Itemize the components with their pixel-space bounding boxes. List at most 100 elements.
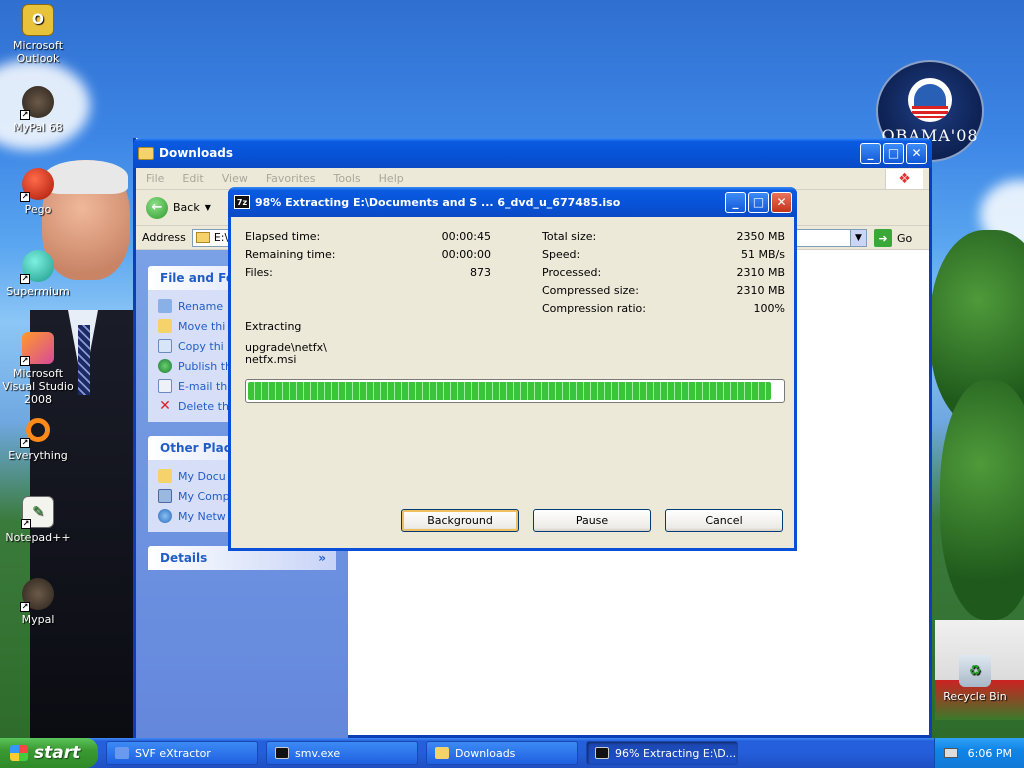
menu-file[interactable]: File	[146, 172, 164, 185]
go-label: Go	[897, 231, 913, 245]
desktop-icon-label: MyPal 68	[13, 121, 63, 134]
place-label: My Docu	[178, 469, 226, 483]
menu-tools[interactable]: Tools	[334, 172, 361, 185]
desktop-icon-label: Supermium	[6, 285, 70, 298]
window-title: Downloads	[159, 146, 234, 160]
console-icon	[275, 747, 289, 759]
system-tray: 6:06 PM	[934, 738, 1024, 768]
stat-speed: Speed: 51 MB/s	[542, 245, 785, 263]
back-button[interactable]: ← Back ▼	[146, 196, 211, 219]
extract-progress-bar	[245, 379, 785, 403]
menu-view[interactable]: View	[222, 172, 248, 185]
campaign-logo-icon	[908, 77, 952, 122]
desktop-icon-everything[interactable]: ↗ Everything	[0, 414, 78, 462]
desktop-icon-label: Everything	[8, 449, 68, 462]
stat-total-size: Total size: 2350 MB	[542, 227, 785, 245]
stat-label: Compressed size:	[542, 283, 639, 297]
stat-value: 2310 MB	[736, 283, 785, 297]
taskbar-item-label: Downloads	[455, 746, 516, 760]
stat-processed: Processed: 2310 MB	[542, 263, 785, 281]
explorer-titlebar[interactable]: Downloads _ □ ✕	[133, 138, 932, 168]
menu-edit[interactable]: Edit	[182, 172, 203, 185]
desktop-icon-supermium[interactable]: ↗ Supermium	[0, 250, 78, 298]
computer-icon	[158, 489, 172, 503]
stat-label: Files:	[245, 265, 273, 279]
desktop-icon-visual-studio[interactable]: ↗ Microsoft Visual Studio 2008	[0, 332, 78, 406]
supermium-icon: ↗	[20, 250, 54, 284]
close-button[interactable]: ✕	[906, 142, 927, 164]
stat-value: 00:00:00	[441, 247, 491, 261]
desktop-icon-recycle-bin[interactable]: ♻ Recycle Bin	[935, 655, 1015, 703]
taskbar-item-svf-extractor[interactable]: SVF eXtractor	[106, 741, 258, 765]
pego-icon: ↗	[20, 168, 54, 202]
move-icon	[158, 319, 172, 333]
desktop-icon-label: Recycle Bin	[943, 690, 1007, 703]
menu-help[interactable]: Help	[379, 172, 404, 185]
stat-label: Compression ratio:	[542, 301, 646, 315]
maximize-button[interactable]: □	[883, 142, 904, 164]
7zip-icon: 7z	[234, 195, 250, 209]
task-label: Publish th	[178, 359, 232, 373]
details-label: Details	[160, 551, 208, 565]
windows-flag-icon	[10, 745, 28, 761]
dialog-titlebar[interactable]: 7z 98% Extracting E:\Documents and S ...…	[228, 187, 797, 217]
keyboard-icon[interactable]	[943, 748, 958, 758]
desktop-icon-mypal[interactable]: ↗ Mypal	[0, 578, 78, 626]
desktop-icon-label: Notepad++	[5, 531, 71, 544]
stat-label: Remaining time:	[245, 247, 336, 261]
stat-remaining: Remaining time: 00:00:00	[245, 245, 491, 263]
taskbar-item-label: SVF eXtractor	[135, 746, 211, 760]
notepad-plus-plus-icon: ✎ ↗	[21, 496, 54, 529]
folder-icon	[195, 232, 210, 243]
taskbar-item-extracting[interactable]: 96% Extracting E:\D...	[586, 741, 738, 765]
taskbar-item-label: smv.exe	[295, 746, 341, 760]
stat-label: Processed:	[542, 265, 602, 279]
cancel-button[interactable]: Cancel	[665, 509, 783, 532]
background-button[interactable]: Background	[401, 509, 519, 532]
minimize-button[interactable]: _	[725, 191, 746, 213]
back-label: Back	[173, 201, 200, 214]
address-dropdown-button[interactable]: ▼	[850, 229, 867, 247]
stat-value: 2310 MB	[736, 265, 785, 279]
app-icon	[115, 747, 129, 759]
stat-value: 100%	[753, 301, 785, 315]
taskbar-item-downloads[interactable]: Downloads	[426, 741, 578, 765]
desktop-icon-mypal-68[interactable]: ↗ MyPal 68	[0, 86, 78, 134]
pause-button[interactable]: Pause	[533, 509, 651, 532]
task-label: Delete th	[178, 399, 229, 413]
desktop-icon-pego[interactable]: ↗ Pego	[0, 168, 78, 216]
task-label: Move thi	[178, 319, 226, 333]
stat-value: 51 MB/s	[741, 247, 785, 261]
current-path-line2: netfx.msi	[245, 353, 297, 366]
windows-logo-icon: ❖	[885, 169, 923, 189]
taskbar-item-smv[interactable]: smv.exe	[266, 741, 418, 765]
start-label: start	[34, 743, 81, 763]
close-button[interactable]: ✕	[771, 191, 792, 213]
stat-files: Files: 873	[245, 263, 491, 281]
expand-chevron-icon: »	[318, 551, 326, 565]
maximize-button[interactable]: □	[748, 191, 769, 213]
desktop-icon-label: Microsoft Outlook	[12, 39, 64, 65]
outlook-icon: O	[22, 4, 54, 36]
stat-label: Speed:	[542, 247, 581, 261]
left-stats: Elapsed time: 00:00:45 Remaining time: 00:…	[245, 227, 491, 281]
visual-studio-icon: ↗	[20, 332, 54, 366]
stat-value: 873	[470, 265, 491, 279]
folder-icon	[138, 146, 154, 160]
stat-value: 2350 MB	[736, 229, 785, 243]
globe-icon	[158, 359, 172, 373]
status-text: Extracting	[245, 320, 302, 333]
desktop-icon-label: Microsoft Visual Studio 2008	[2, 367, 74, 406]
everything-icon: ↗	[20, 414, 54, 448]
task-label: Copy thi	[178, 339, 224, 353]
start-button[interactable]: start	[0, 738, 98, 768]
desktop-icon-notepad-plus-plus[interactable]: ✎ ↗ Notepad++	[0, 496, 78, 544]
clock[interactable]: 6:06 PM	[968, 747, 1012, 760]
desktop-icon-outlook[interactable]: O Microsoft Outlook	[0, 4, 78, 65]
menu-favorites[interactable]: Favorites	[266, 172, 316, 185]
stat-compression-ratio: Compression ratio: 100%	[542, 299, 785, 317]
minimize-button[interactable]: _	[860, 142, 881, 164]
7zip-icon	[595, 747, 609, 759]
address-label: Address	[142, 231, 186, 244]
go-button[interactable]: ➜ Go	[874, 229, 912, 247]
